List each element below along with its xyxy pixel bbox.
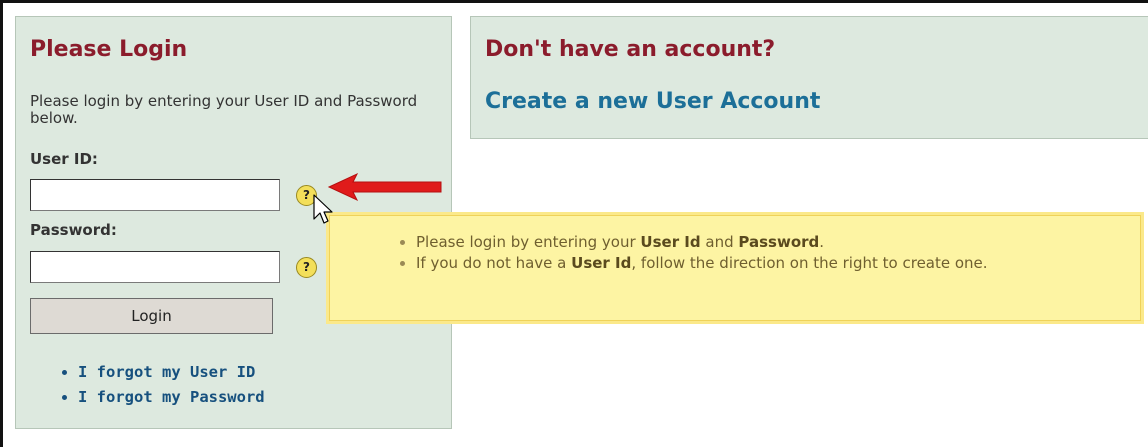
mouse-pointer-icon: [313, 194, 333, 224]
password-label: Password:: [30, 221, 117, 239]
password-input[interactable]: [30, 251, 280, 283]
help-tooltip: Please login by entering your User Id an…: [329, 215, 1141, 321]
tooltip-item: Please login by entering your User Id an…: [416, 233, 1140, 252]
annotation-arrow-icon: [327, 172, 442, 202]
signup-panel: Don't have an account? Create a new User…: [470, 16, 1148, 139]
create-account-link[interactable]: Create a new User Account: [485, 89, 820, 114]
user-id-label: User ID:: [30, 150, 98, 168]
user-id-input[interactable]: [30, 179, 280, 211]
tooltip-list: Please login by entering your User Id an…: [330, 233, 1140, 273]
signup-title: Don't have an account?: [485, 37, 776, 62]
login-button[interactable]: Login: [30, 298, 273, 334]
password-help-icon[interactable]: ?: [296, 257, 317, 278]
login-title: Please Login: [30, 37, 188, 62]
tooltip-item: If you do not have a User Id, follow the…: [416, 254, 1140, 273]
forgot-user-id-link[interactable]: I forgot my User ID: [78, 360, 265, 385]
login-instructions: Please login by entering your User ID an…: [30, 92, 418, 127]
forgot-links-list: I forgot my User ID I forgot my Password: [16, 360, 265, 410]
forgot-password-link[interactable]: I forgot my Password: [78, 385, 265, 410]
